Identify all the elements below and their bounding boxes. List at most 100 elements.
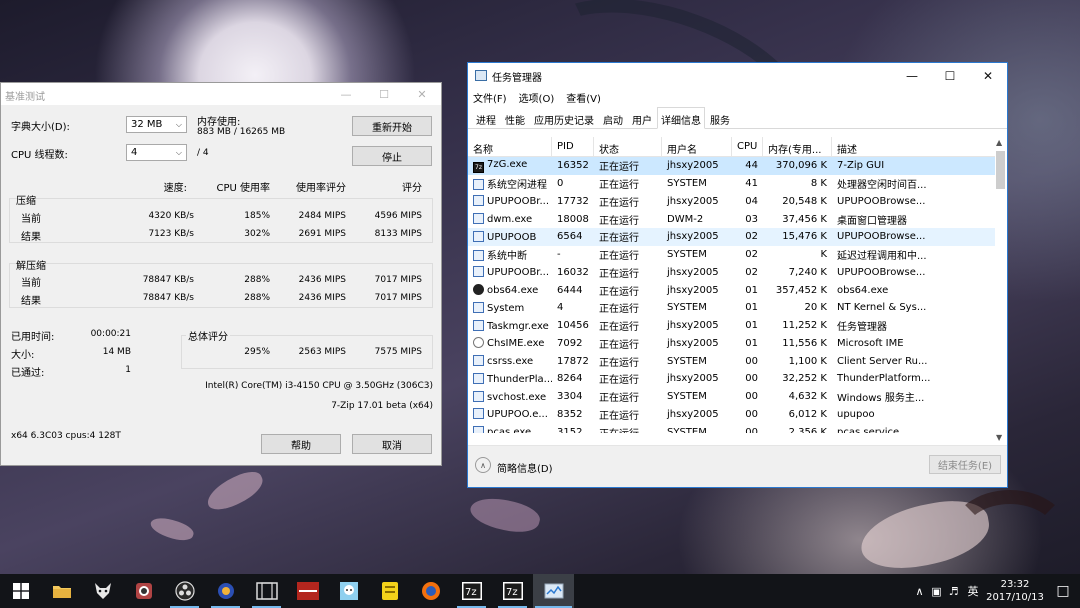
tab-performance[interactable]: 性能 (501, 107, 529, 128)
cell-pid: 7092 (557, 337, 583, 349)
table-row[interactable]: UPUPOOB 6564 正在运行 jhsxy2005 02 15,476 K UPUPOO… (468, 228, 995, 246)
tab-app-history[interactable]: 应用历史记录 (530, 107, 598, 128)
dict-size-select[interactable]: 32 MB ⌵ (126, 116, 187, 133)
chevron-up-icon[interactable]: ∧ (475, 457, 491, 473)
table-row[interactable]: csrss.exe 17872 正在运行 SYSTEM 00 1,100 K Client … (468, 352, 995, 370)
taskbar-app-camera[interactable] (123, 574, 164, 608)
taskbar-app-video[interactable] (246, 574, 287, 608)
cell-user: SYSTEM (667, 302, 707, 314)
taskbar-task-manager[interactable] (533, 574, 574, 608)
benchmark-titlebar[interactable]: 基准测试 — ☐ ✕ (1, 83, 441, 105)
table-row[interactable]: UPUPOOBr... 16032 正在运行 jhsxy2005 02 7,240 K UP… (468, 264, 995, 282)
process-icon (473, 250, 484, 262)
maximize-icon[interactable]: ☐ (365, 83, 403, 105)
passes-value: 1 (125, 365, 131, 375)
restart-button[interactable]: 重新开始 (352, 116, 432, 136)
col-user[interactable]: 用户名 (662, 137, 732, 156)
task-manager-titlebar[interactable]: 任务管理器 — ☐ ✕ (468, 63, 1007, 89)
compress-result-usage-rating: 2691 MIPS (298, 229, 346, 239)
scroll-thumb[interactable] (996, 151, 1005, 189)
taskbar-app-voicemeeter[interactable] (287, 574, 328, 608)
decompress-current-cpu: 288% (244, 275, 270, 285)
cell-pid: 8264 (557, 373, 583, 385)
process-name: obs64.exe (487, 285, 539, 297)
table-row[interactable]: 系统空闲进程 0 正在运行 SYSTEM 41 8 K 处理器空闲时间百... (468, 175, 995, 193)
cell-mem: 6,012 K (788, 408, 827, 420)
table-row[interactable]: ChsIME.exe 7092 正在运行 jhsxy2005 01 11,556 K Mic… (468, 335, 995, 353)
help-button[interactable]: 帮助 (261, 434, 341, 454)
taskbar-firefox[interactable] (410, 574, 451, 608)
task-manager-icon (475, 70, 487, 81)
minimize-icon[interactable]: — (893, 63, 931, 89)
taskbar-app-fox[interactable] (82, 574, 123, 608)
wallpaper-petal (467, 491, 543, 539)
scroll-down-icon[interactable]: ▼ (996, 433, 1002, 442)
clock[interactable]: 23:32 2017/10/13 (984, 578, 1046, 604)
less-details-link[interactable]: 简略信息(D) (497, 460, 553, 475)
tab-details[interactable]: 详细信息 (657, 107, 705, 129)
cell-pid: 0 (557, 178, 564, 190)
table-row[interactable]: 系统中断 - 正在运行 SYSTEM 02 K 延迟过程调用和中... (468, 246, 995, 264)
taskbar-app-upupoo[interactable] (205, 574, 246, 608)
col-name[interactable]: 名称 (468, 137, 552, 156)
cell-mem: 370,096 K (775, 160, 827, 172)
cell-mem: 11,252 K (782, 320, 827, 332)
voicemeeter-icon (296, 582, 319, 600)
cancel-button[interactable]: 取消 (352, 434, 432, 454)
network-icon[interactable]: ▣ (928, 585, 945, 598)
col-pid[interactable]: PID (552, 137, 594, 156)
maximize-icon[interactable]: ☐ (931, 63, 969, 89)
tab-users[interactable]: 用户 (628, 107, 656, 128)
menu-view[interactable]: 查看(V) (566, 90, 601, 105)
minimize-icon[interactable]: — (327, 83, 365, 105)
cell-pid: 16352 (557, 160, 589, 172)
table-row[interactable]: 7z 7zG.exe 16352 正在运行 jhsxy2005 44 370,096 K 7-… (468, 157, 995, 175)
col-description[interactable]: 描述 (832, 137, 995, 156)
start-button[interactable] (0, 574, 41, 608)
process-icon (473, 213, 484, 225)
end-task-button[interactable]: 结束任务(E) (929, 455, 1001, 474)
tab-services[interactable]: 服务 (706, 107, 734, 128)
taskbar-app-obs[interactable] (164, 574, 205, 608)
threads-select[interactable]: 4 ⌵ (126, 144, 187, 161)
stop-button[interactable]: 停止 (352, 146, 432, 166)
action-center-icon[interactable]: □ (1046, 583, 1080, 599)
taskbar-app-notes[interactable] (369, 574, 410, 608)
taskbar-app-character[interactable] (328, 574, 369, 608)
volume-icon[interactable]: ♬ (945, 585, 962, 598)
process-icon (473, 179, 484, 191)
table-row[interactable]: Taskmgr.exe 10456 正在运行 jhsxy2005 01 11,252 K 任… (468, 317, 995, 335)
table-row[interactable]: System 4 正在运行 SYSTEM 01 20 K NT Kernel & Sys..… (468, 299, 995, 317)
cell-user: jhsxy2005 (667, 408, 719, 420)
ime-language-indicator[interactable]: 英 (962, 583, 984, 599)
table-row[interactable]: UPUPOO.e... 8352 正在运行 jhsxy2005 00 6,012 K upu… (468, 406, 995, 424)
chevron-up-icon[interactable]: ∧ (911, 585, 928, 598)
col-cpu[interactable]: CPU (732, 137, 763, 156)
table-row[interactable]: pcas.exe 3152 正在运行 SYSTEM 00 2,356 K pcas serv… (468, 423, 995, 433)
table-row[interactable]: svchost.exe 3304 正在运行 SYSTEM 00 4,632 K Window… (468, 388, 995, 406)
col-status[interactable]: 状态 (594, 137, 662, 156)
table-row[interactable]: dwm.exe 18008 正在运行 DWM-2 03 37,456 K 桌面窗口管理器 (468, 210, 995, 228)
table-row[interactable]: obs64.exe 6444 正在运行 jhsxy2005 01 357,452 K obs… (468, 281, 995, 299)
taskbar-7zip-2[interactable]: 7z (492, 574, 533, 608)
table-row[interactable]: ThunderPla... 8264 正在运行 jhsxy2005 00 32,252 K… (468, 370, 995, 388)
taskbar-7zip-1[interactable]: 7z (451, 574, 492, 608)
menu-file[interactable]: 文件(F) (473, 90, 507, 105)
taskbar-file-explorer[interactable] (41, 574, 82, 608)
tab-startup[interactable]: 启动 (599, 107, 627, 128)
table-row[interactable]: UPUPOOBr... 17732 正在运行 jhsxy2005 04 20,548 K U… (468, 193, 995, 211)
chevron-down-icon: ⌵ (175, 119, 182, 129)
scroll-up-icon[interactable]: ▲ (996, 138, 1002, 147)
close-icon[interactable]: ✕ (969, 63, 1007, 89)
compress-current-speed: 4320 KB/s (148, 211, 194, 221)
cell-user: SYSTEM (667, 426, 707, 433)
cell-desc: Microsoft IME (837, 337, 904, 349)
cell-cpu: 04 (745, 195, 758, 207)
col-memory[interactable]: 内存(专用... (763, 137, 832, 156)
close-icon[interactable]: ✕ (403, 83, 441, 105)
cell-status: 正在运行 (599, 180, 639, 192)
tab-processes[interactable]: 进程 (472, 107, 500, 128)
menu-options[interactable]: 选项(O) (519, 90, 555, 105)
process-name: ThunderPla... (487, 373, 552, 385)
cell-cpu: 00 (745, 408, 758, 420)
